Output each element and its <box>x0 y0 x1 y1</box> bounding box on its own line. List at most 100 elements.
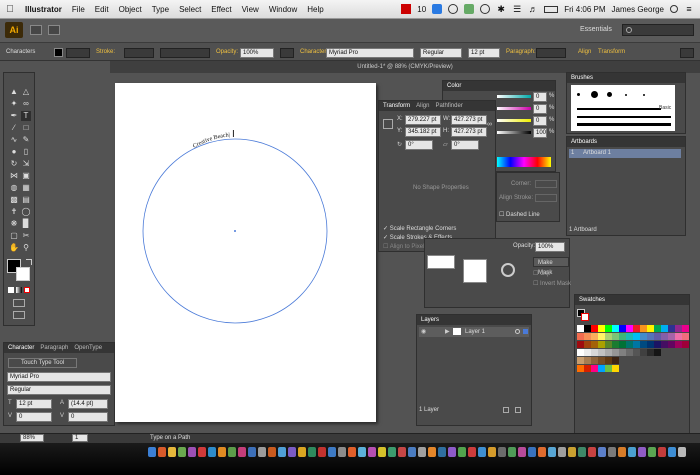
color-swatch[interactable] <box>598 365 605 372</box>
menu-edit[interactable]: Edit <box>90 5 114 14</box>
color-swatch[interactable] <box>591 341 598 348</box>
control-size-field[interactable]: 12 pt <box>468 48 500 58</box>
perspective-grid-tool-icon[interactable]: ▦ <box>21 183 31 193</box>
color-swatch[interactable] <box>605 325 612 332</box>
color-mode-icon[interactable] <box>8 287 14 293</box>
color-swatch[interactable] <box>598 333 605 340</box>
eye-icon[interactable]: ◉ <box>421 328 426 335</box>
fill-swatch[interactable] <box>54 48 63 57</box>
dock-app-icon[interactable] <box>188 447 196 457</box>
menu-app-name[interactable]: Illustrator <box>20 5 67 14</box>
color-value-y[interactable]: 0 <box>533 116 547 126</box>
dock-app-icon[interactable] <box>158 447 166 457</box>
dock-app-icon[interactable] <box>508 447 516 457</box>
dock-app-icon[interactable] <box>498 447 506 457</box>
dock-app-icon[interactable] <box>178 447 186 457</box>
color-swatch[interactable] <box>647 349 654 356</box>
magic-wand-tool-icon[interactable]: ✦ <box>9 99 19 109</box>
color-swatch[interactable] <box>626 341 633 348</box>
color-swatch[interactable] <box>584 333 591 340</box>
color-value-k[interactable]: 100 <box>533 128 547 138</box>
bridge-icon[interactable] <box>30 25 42 35</box>
mesh-tool-icon[interactable]: ▩ <box>9 195 19 205</box>
dock-app-icon[interactable] <box>198 447 206 457</box>
volume-icon[interactable]: ♬ <box>528 4 538 14</box>
bluetooth-icon[interactable]: ✱ <box>496 4 506 14</box>
apple-icon[interactable]:  <box>0 4 20 15</box>
color-swatch[interactable] <box>633 333 640 340</box>
color-swatch[interactable] <box>598 349 605 356</box>
dock-app-icon[interactable] <box>448 447 456 457</box>
column-graph-tool-icon[interactable]: ▉ <box>21 219 31 229</box>
menu-object[interactable]: Object <box>114 5 147 14</box>
opacity-field[interactable]: 100% <box>240 48 274 58</box>
brush-dot-point[interactable] <box>643 94 645 96</box>
width-tool-icon[interactable]: ⋈ <box>9 171 19 181</box>
delete-layer-icon[interactable] <box>515 407 521 413</box>
object-thumbnail[interactable] <box>427 255 455 269</box>
dock-app-icon[interactable] <box>658 447 666 457</box>
color-value-m[interactable]: 0 <box>533 104 547 114</box>
pen-tool-icon[interactable]: ✒ <box>9 111 19 121</box>
color-swatch[interactable] <box>682 325 689 332</box>
notifications-icon[interactable]: ≡ <box>684 4 694 14</box>
color-swatch[interactable] <box>612 333 619 340</box>
color-swatch[interactable] <box>612 357 619 364</box>
menubar-clock[interactable]: Fri 4:06 PM <box>564 5 605 14</box>
color-swatch[interactable] <box>626 333 633 340</box>
line-tool-icon[interactable]: ∕ <box>9 123 19 133</box>
color-swatch[interactable] <box>682 341 689 348</box>
dashed-line-checkbox[interactable]: ☐ Dashed Line <box>499 211 540 218</box>
dock-app-icon[interactable] <box>288 447 296 457</box>
sync-icon[interactable] <box>448 4 459 14</box>
color-swatch[interactable] <box>654 341 661 348</box>
layer-name[interactable]: Layer 1 <box>465 329 485 335</box>
color-swatch[interactable] <box>598 341 605 348</box>
gradient-tool-icon[interactable]: ▤ <box>21 195 31 205</box>
color-swatch[interactable] <box>640 341 647 348</box>
dock-app-icon[interactable] <box>468 447 476 457</box>
dock-app-icon[interactable] <box>648 447 656 457</box>
transparency-opacity-field[interactable]: 100% <box>535 242 565 252</box>
clip-checkbox[interactable]: ☐ Clip <box>533 270 550 277</box>
tab-transform[interactable]: Transform <box>383 101 410 111</box>
opacity-label[interactable]: Opacity: <box>216 49 238 55</box>
dock-app-icon[interactable] <box>218 447 226 457</box>
page-field[interactable]: 1 <box>72 434 88 442</box>
dock-app-icon[interactable] <box>668 447 676 457</box>
dock-app-icon[interactable] <box>598 447 606 457</box>
artboards-panel-title[interactable]: Artboards <box>571 137 597 147</box>
dock-app-icon[interactable] <box>228 447 236 457</box>
brush-dot-large[interactable] <box>607 92 612 97</box>
dock-app-icon[interactable] <box>348 447 356 457</box>
y-field[interactable]: 345.182 pt <box>405 127 441 137</box>
color-swatch[interactable] <box>612 325 619 332</box>
menu-window[interactable]: Window <box>264 5 302 14</box>
brushes-panel-title[interactable]: Brushes <box>571 73 593 83</box>
color-swatch[interactable] <box>654 349 661 356</box>
eraser-tool-icon[interactable]: ▯ <box>21 147 31 157</box>
tracking-field[interactable]: 0 <box>68 412 108 422</box>
x-field[interactable]: 279.227 pt <box>405 115 441 125</box>
menu-select[interactable]: Select <box>174 5 206 14</box>
color-swatch[interactable] <box>633 341 640 348</box>
paintbrush-tool-icon[interactable]: ∿ <box>9 135 19 145</box>
menu-help[interactable]: Help <box>302 5 328 14</box>
path-type[interactable]: Creative Beach| <box>190 124 250 152</box>
dock-app-icon[interactable] <box>338 447 346 457</box>
color-swatch[interactable] <box>584 349 591 356</box>
dock-app-icon[interactable] <box>568 447 576 457</box>
dock-app-icon[interactable] <box>328 447 336 457</box>
arrange-documents-icon[interactable] <box>48 25 60 35</box>
color-swatch[interactable] <box>591 349 598 356</box>
dock-app-icon[interactable] <box>628 447 636 457</box>
swatches-stroke-icon[interactable] <box>581 313 589 321</box>
dock-app-icon[interactable] <box>238 447 246 457</box>
tab-opentype[interactable]: OpenType <box>74 343 102 353</box>
color-swatch[interactable] <box>668 341 675 348</box>
evernote-icon[interactable] <box>464 4 475 14</box>
wifi-icon[interactable]: ☰ <box>512 4 522 14</box>
color-swatch[interactable] <box>675 325 682 332</box>
color-swatch[interactable] <box>584 341 591 348</box>
tab-pathfinder[interactable]: Pathfinder <box>435 101 462 111</box>
